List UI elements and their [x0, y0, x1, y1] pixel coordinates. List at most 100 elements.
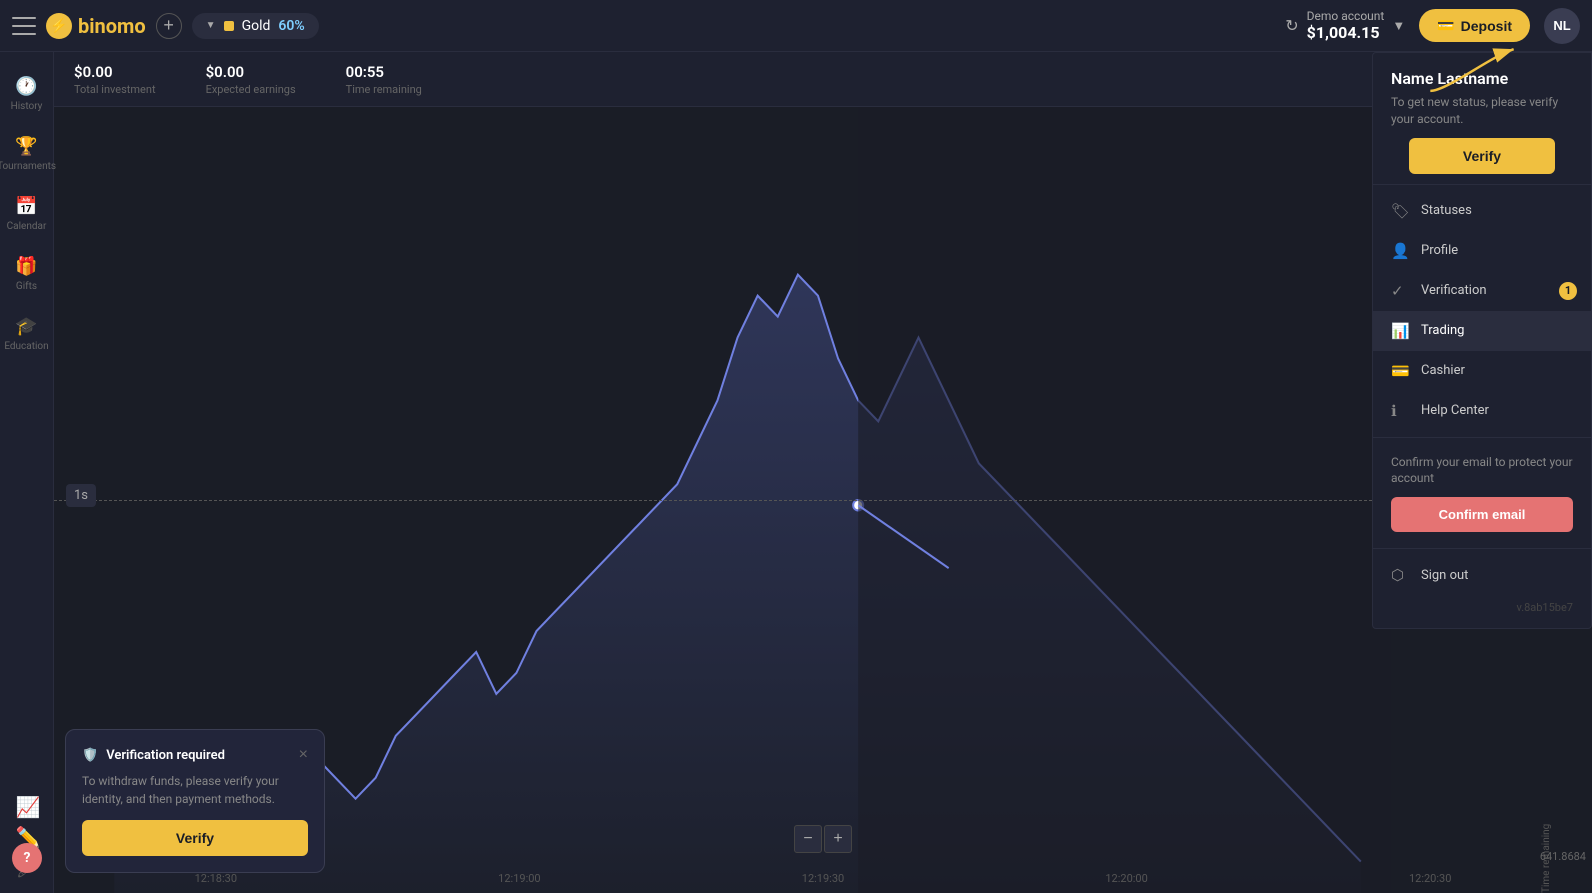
- verification-badge: 1: [1559, 282, 1577, 300]
- notice-verify-button[interactable]: Verify: [82, 820, 308, 856]
- zoom-in-button[interactable]: +: [824, 825, 852, 853]
- verification-icon: ✓: [1391, 282, 1409, 300]
- notice-header: 🛡️ Verification required ×: [82, 746, 308, 764]
- dropdown-header: Name Lastname To get new status, please …: [1373, 53, 1591, 185]
- xtime-4: 12:20:00: [1105, 872, 1147, 885]
- deposit-button[interactable]: 💳 Deposit: [1419, 9, 1530, 42]
- stat-earnings: $0.00 Expected earnings: [206, 63, 296, 96]
- avatar-initials: NL: [1553, 18, 1570, 33]
- earnings-label: Expected earnings: [206, 83, 296, 96]
- demo-account-details: Demo account $1,004.15: [1307, 9, 1385, 42]
- refresh-icon[interactable]: ↻: [1285, 16, 1298, 35]
- dropdown-item-cashier[interactable]: 💳 Cashier: [1373, 351, 1591, 391]
- investment-label: Total investment: [74, 83, 156, 96]
- sidebar-item-tournaments[interactable]: 🏆 Tournaments: [0, 128, 53, 180]
- add-tab-button[interactable]: +: [156, 13, 182, 39]
- dropdown-username: Name Lastname: [1391, 69, 1573, 88]
- statuses-icon: 🏷: [1391, 202, 1409, 220]
- account-type-label: Gold: [242, 18, 271, 34]
- dropdown-verify-button[interactable]: Verify: [1409, 138, 1555, 174]
- demo-label: Demo account: [1307, 9, 1385, 23]
- history-icon: 🕐: [15, 76, 37, 97]
- xtime-5: 12:20:30: [1409, 872, 1451, 885]
- verification-notice: 🛡️ Verification required × To withdraw f…: [65, 729, 325, 873]
- avatar-button[interactable]: NL: [1544, 8, 1580, 44]
- notice-close-button[interactable]: ×: [299, 746, 308, 764]
- dropdown-item-verification[interactable]: ✓ Verification 1: [1373, 271, 1591, 311]
- dropdown-divider-2: [1373, 548, 1591, 549]
- xtime-1: 12:18:30: [195, 872, 237, 885]
- sidebar-label-gifts: Gifts: [16, 281, 37, 292]
- dropdown-item-profile[interactable]: 👤 Profile: [1373, 231, 1591, 271]
- help-center-label: Help Center: [1421, 403, 1489, 418]
- tournaments-icon: 🏆: [15, 136, 37, 157]
- topbar-right: ↻ Demo account $1,004.15 ▼ 💳 Deposit NL: [1285, 8, 1580, 44]
- demo-amount: $1,004.15: [1307, 23, 1385, 42]
- dropdown-item-statuses[interactable]: 🏷 Statuses: [1373, 191, 1591, 231]
- sidebar-label-calendar: Calendar: [7, 221, 47, 232]
- help-center-icon: ℹ: [1391, 402, 1409, 420]
- stats-bar: $0.00 Total investment $0.00 Expected ea…: [54, 52, 1592, 107]
- deposit-label: Deposit: [1461, 18, 1512, 34]
- dropdown-menu: Name Lastname To get new status, please …: [1372, 52, 1592, 629]
- chevron-down-icon: ▼: [206, 20, 216, 31]
- confirm-email-section: Confirm your email to protect your accou…: [1373, 444, 1591, 543]
- xtime-3: 12:19:30: [802, 872, 844, 885]
- education-icon: 🎓: [15, 316, 37, 337]
- sidebar-item-history[interactable]: 🕐 History: [0, 68, 53, 120]
- cashier-icon: 💳: [1391, 362, 1409, 380]
- profile-label: Profile: [1421, 243, 1458, 258]
- version-text: v.8ab15be7: [1373, 595, 1591, 620]
- verification-label: Verification: [1421, 283, 1487, 298]
- confirm-email-text: Confirm your email to protect your accou…: [1391, 454, 1573, 488]
- sidebar-item-gifts[interactable]: 🎁 Gifts: [0, 248, 53, 300]
- profile-icon: 👤: [1391, 242, 1409, 260]
- logo[interactable]: ⚡ binomo: [46, 13, 146, 39]
- sidebar-label-history: History: [11, 101, 43, 112]
- dropdown-item-trading[interactable]: 📊 Trading: [1373, 311, 1591, 351]
- earnings-value: $0.00: [206, 63, 296, 81]
- account-selector[interactable]: ▼ Gold 60%: [192, 13, 319, 39]
- price-label-small: 641.8684: [1540, 850, 1586, 863]
- dropdown-item-sign-out[interactable]: ⬡ Sign out: [1373, 555, 1591, 595]
- sidebar-item-education[interactable]: 🎓 Education: [0, 308, 53, 360]
- time-label: Time remaining: [346, 83, 422, 96]
- notice-title-text: Verification required: [106, 748, 225, 763]
- sign-out-label: Sign out: [1421, 568, 1468, 583]
- sidebar-label-tournaments: Tournaments: [0, 161, 56, 172]
- sidebar-bottom: 📈 ✏️ 🖊 ?: [16, 795, 38, 877]
- stat-time: 00:55 Time remaining: [346, 63, 422, 96]
- sign-out-icon: ⬡: [1391, 566, 1409, 584]
- indicators-icon[interactable]: 📈: [16, 795, 38, 817]
- calendar-icon: 📅: [15, 196, 37, 217]
- deposit-icon: 💳: [1437, 17, 1454, 34]
- sidebar-label-education: Education: [4, 341, 48, 352]
- zoom-out-button[interactable]: −: [794, 825, 822, 853]
- demo-account-info: ↻ Demo account $1,004.15 ▼: [1285, 9, 1405, 42]
- notice-title: 🛡️ Verification required: [82, 748, 225, 763]
- confirm-email-button[interactable]: Confirm email: [1391, 497, 1573, 532]
- stat-investment: $0.00 Total investment: [74, 63, 156, 96]
- statuses-label: Statuses: [1421, 203, 1472, 218]
- dashed-price-line: [54, 500, 1592, 501]
- logo-icon: ⚡: [46, 13, 72, 39]
- help-button[interactable]: ?: [12, 843, 42, 873]
- trading-icon: 📊: [1391, 322, 1409, 340]
- account-pct: 60%: [278, 18, 304, 34]
- sidebar-item-calendar[interactable]: 📅 Calendar: [0, 188, 53, 240]
- sidebar: 🕐 History 🏆 Tournaments 📅 Calendar 🎁 Gif…: [0, 52, 54, 893]
- notice-text: To withdraw funds, please verify your id…: [82, 772, 308, 808]
- xtime-2: 12:19:00: [498, 872, 540, 885]
- account-chevron-icon[interactable]: ▼: [1392, 18, 1405, 34]
- logo-text: binomo: [78, 14, 146, 38]
- gifts-icon: 🎁: [15, 256, 37, 277]
- cashier-label: Cashier: [1421, 363, 1465, 378]
- topbar-left: ⚡ binomo + ▼ Gold 60%: [12, 13, 1285, 39]
- dropdown-divider-1: [1373, 437, 1591, 438]
- topbar: ⚡ binomo + ▼ Gold 60% ↻ Demo account $1,…: [0, 0, 1592, 52]
- dropdown-item-help-center[interactable]: ℹ Help Center: [1373, 391, 1591, 431]
- time-badge[interactable]: 1s: [66, 484, 96, 507]
- time-value: 00:55: [346, 63, 422, 81]
- hamburger-icon[interactable]: [12, 17, 36, 35]
- investment-value: $0.00: [74, 63, 156, 81]
